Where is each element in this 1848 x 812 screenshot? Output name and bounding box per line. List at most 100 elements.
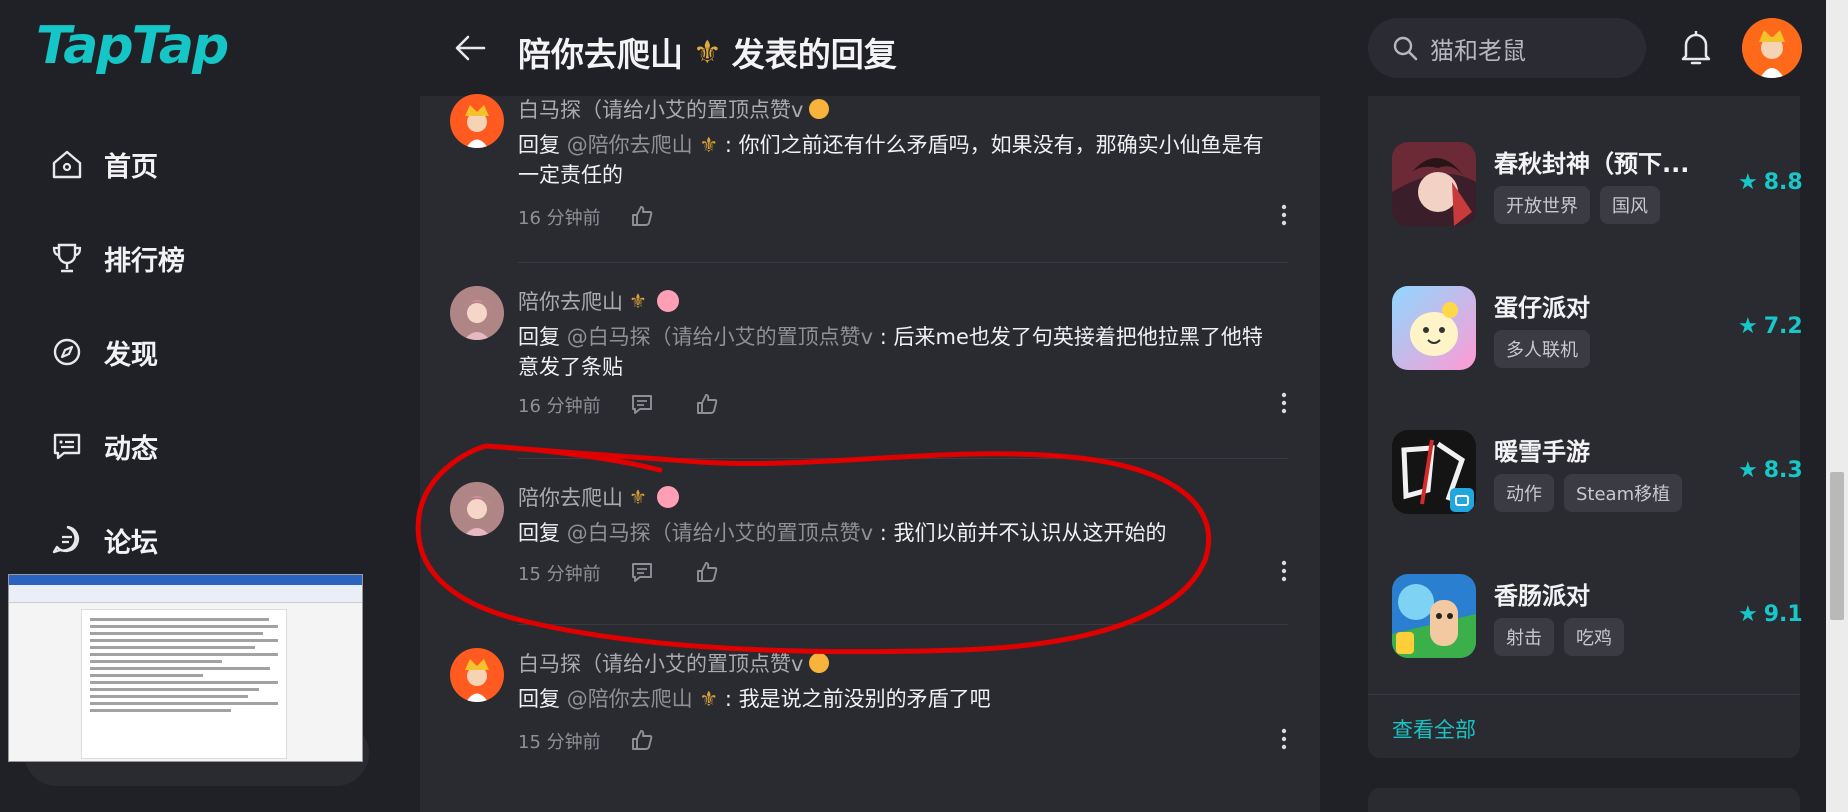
notification-button[interactable] [1678, 28, 1714, 68]
like-button[interactable] [695, 392, 719, 416]
forum-icon [48, 521, 86, 559]
star-icon: ★ [1738, 170, 1758, 195]
reply-username: 陪你去爬山 [518, 486, 623, 510]
game-name: 香肠派对 [1494, 582, 1590, 610]
avatar[interactable] [450, 286, 504, 340]
reply-divider [518, 262, 1288, 263]
avatar[interactable] [450, 482, 504, 536]
nav-item-ranking[interactable]: 排行榜 [48, 234, 185, 282]
reply-timestamp: 15 分钟前 [518, 564, 601, 585]
taptap-logo[interactable]: TapTap [36, 16, 229, 76]
reply-username-row[interactable]: 白马探（请给小艾的置顶点赞v [518, 94, 830, 124]
more-vertical-icon [1281, 728, 1287, 750]
reply-divider [518, 458, 1288, 459]
thumbnail-titlebar [9, 575, 362, 585]
game-item[interactable]: 蛋仔派对 多人联机 ★ 7.2 [1392, 286, 1803, 370]
mention-link[interactable]: @白马探（请给小艾的置顶点赞v [567, 325, 873, 349]
reply-content: 回复 @白马探（请给小艾的置顶点赞v : 后来me也发了句英接着把他拉黑了他特意… [518, 325, 1263, 379]
nav-item-home[interactable]: 首页 [48, 140, 185, 188]
game-tag[interactable]: Steam移植 [1564, 474, 1683, 512]
mention-link[interactable]: @陪你去爬山 [567, 687, 693, 711]
game-tag[interactable]: 多人联机 [1494, 330, 1590, 368]
reply-username-row[interactable]: 白马探（请给小艾的置顶点赞v [518, 648, 830, 678]
page-scrollbar[interactable] [1826, 0, 1848, 812]
game-item[interactable]: 暖雪手游 动作 Steam移植 ★ 8.3 [1392, 430, 1803, 514]
more-options-button[interactable] [1280, 560, 1288, 582]
game-icon [1392, 430, 1476, 514]
nav-item-forum[interactable]: 论坛 [48, 516, 185, 564]
fleur-de-lis-icon: ⚜ [692, 133, 719, 157]
game-tag[interactable]: 国风 [1600, 186, 1660, 224]
reply-username-row[interactable]: 陪你去爬山 ⚜ [518, 286, 679, 316]
title-username: 陪你去爬山 [518, 35, 683, 74]
comment-button[interactable] [630, 392, 654, 416]
game-tag[interactable]: 动作 [1494, 474, 1554, 512]
document-preview-thumbnail[interactable] [8, 574, 363, 762]
more-options-button[interactable] [1280, 204, 1288, 226]
search-placeholder: 猫和老鼠 [1430, 36, 1526, 65]
game-name: 蛋仔派对 [1494, 294, 1590, 322]
feed-icon [48, 427, 86, 465]
more-vertical-icon [1281, 560, 1287, 582]
game-tags: 动作 Steam移植 [1494, 474, 1692, 512]
home-icon [48, 145, 86, 183]
like-button[interactable] [695, 560, 719, 584]
thumbs-up-icon [697, 562, 718, 582]
nav-label: 论坛 [104, 527, 158, 559]
avatar[interactable] [450, 648, 504, 702]
game-item[interactable]: 春秋封神（预下... 开放世界 国风 ★ 8.8 [1392, 142, 1803, 226]
like-button[interactable] [630, 728, 654, 752]
more-options-button[interactable] [1280, 392, 1288, 414]
scrollbar-thumb[interactable] [1830, 472, 1844, 620]
game-rating: ★ 8.3 [1738, 458, 1803, 483]
nav-item-feed[interactable]: 动态 [48, 422, 185, 470]
star-icon: ★ [1738, 314, 1758, 339]
comment-icon [632, 395, 652, 414]
game-tags: 射击 吃鸡 [1494, 618, 1634, 656]
game-item[interactable]: 香肠派对 射击 吃鸡 ★ 9.1 [1392, 574, 1803, 658]
page-title: 陪你去爬山 ⚜ 发表的回复 [518, 28, 897, 76]
fleur-de-lis-icon: ⚜ [629, 485, 647, 509]
more-options-button[interactable] [1280, 728, 1288, 750]
thumbnail-toolbar [9, 585, 362, 603]
game-tag[interactable]: 射击 [1494, 618, 1554, 656]
main-nav: 首页 排行榜 发现 动态 论坛 [48, 140, 185, 610]
game-tag[interactable]: 开放世界 [1494, 186, 1590, 224]
avatar[interactable] [450, 94, 504, 148]
game-rating: ★ 8.8 [1738, 170, 1803, 195]
mention-link[interactable]: @白马探（请给小艾的置顶点赞v [567, 521, 873, 545]
fleur-de-lis-icon: ⚜ [629, 289, 647, 313]
game-rating: ★ 7.2 [1738, 314, 1803, 339]
game-name: 春秋封神（预下... [1494, 150, 1690, 178]
search-input[interactable]: 猫和老鼠 [1368, 18, 1646, 78]
reply-username: 白马探（请给小艾的置顶点赞v [518, 98, 804, 122]
see-all-link[interactable]: 查看全部 [1392, 714, 1476, 744]
reply-item: 陪你去爬山 ⚜ 回复 @白马探（请给小艾的置顶点赞v : 后来me也发了句英接着… [450, 286, 1290, 426]
trophy-icon [48, 239, 86, 277]
reply-username-row[interactable]: 陪你去爬山 ⚜ [518, 482, 679, 512]
user-avatar[interactable] [1742, 18, 1802, 78]
reply-username: 陪你去爬山 [518, 290, 623, 314]
pink-badge-icon [656, 290, 679, 312]
mention-link[interactable]: @陪你去爬山 [567, 133, 693, 157]
more-vertical-icon [1281, 204, 1287, 226]
comment-button[interactable] [630, 560, 654, 584]
thumbnail-page [81, 609, 287, 759]
arrow-left-icon [455, 35, 486, 61]
game-tag[interactable]: 吃鸡 [1564, 618, 1624, 656]
title-suffix: 发表的回复 [731, 35, 897, 74]
nav-item-discover[interactable]: 发现 [48, 328, 185, 376]
game-rating: ★ 9.1 [1738, 602, 1803, 627]
thumbs-up-icon [632, 730, 653, 750]
more-vertical-icon [1281, 392, 1287, 414]
like-button[interactable] [630, 204, 654, 228]
reply-content: 回复 @白马探（请给小艾的置顶点赞v : 我们以前并不认识从这开始的 [518, 521, 1167, 545]
left-sidebar: TapTap 首页 排行榜 发现 动态 论坛 [0, 0, 420, 812]
game-icon [1392, 286, 1476, 370]
game-icon [1392, 574, 1476, 658]
game-icon [1392, 142, 1476, 226]
nav-label: 排行榜 [104, 245, 185, 277]
back-button[interactable] [452, 30, 488, 66]
pink-badge-icon [656, 486, 679, 508]
avatar-image [1742, 18, 1802, 78]
